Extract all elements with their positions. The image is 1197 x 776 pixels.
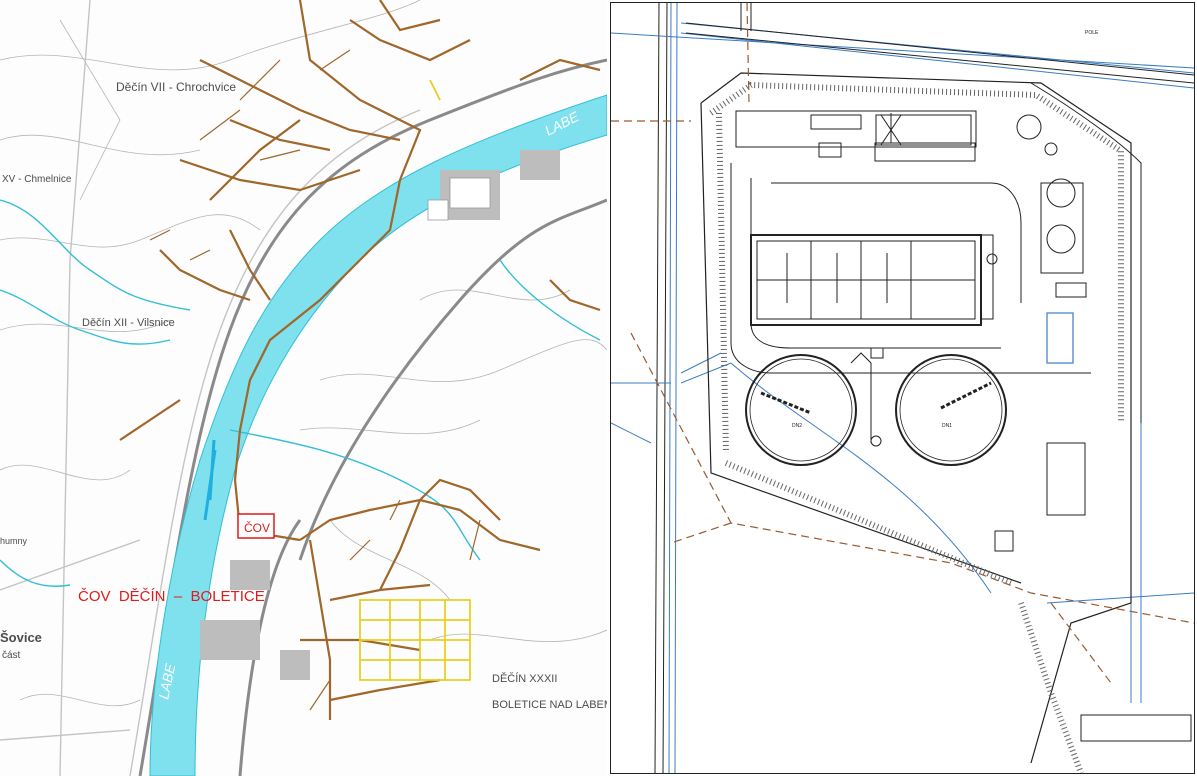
utility-lines (611, 3, 1194, 773)
label-humny: humny (0, 536, 28, 546)
plant-marker-label: ČOV (244, 520, 270, 535)
corner-label: POLE (1085, 30, 1099, 36)
site-plan: DN2 DN1 POLE (611, 3, 1194, 773)
tank-label-dn1: DN1 (942, 423, 952, 429)
property-boundary (611, 3, 1194, 684)
label-sovice: Šovice (0, 630, 42, 645)
site-plan-panel: DN2 DN1 POLE (610, 2, 1195, 774)
clarifier-dn1 (895, 354, 1007, 466)
sludge-tank-north (1016, 114, 1042, 140)
regional-map-panel: ČOV Děčín VII - Chrochvice XV - Chmelnic… (0, 0, 607, 776)
regional-map: ČOV Děčín VII - Chrochvice XV - Chmelnic… (0, 0, 607, 776)
label-decin-xxxii: DĚČÍN XXXII (492, 672, 557, 685)
site-perimeter (700, 72, 1132, 764)
label-vilsnice: Děčín XII - Vilsnice (82, 317, 175, 329)
label-chrochvice: Děčín VII - Chrochvice (116, 80, 236, 94)
inlet-building (735, 110, 977, 162)
biological-reactor (750, 234, 994, 326)
plant-title: ČOV DĚČÍN – BOLETICE (78, 588, 265, 605)
label-chmelnice: XV - Chmelnice (2, 174, 72, 185)
streams (0, 199, 601, 587)
label-cast: část (2, 650, 21, 661)
label-boletice: BOLETICE NAD LABEM (492, 699, 607, 711)
tank-label-dn2: DN2 (792, 423, 802, 429)
